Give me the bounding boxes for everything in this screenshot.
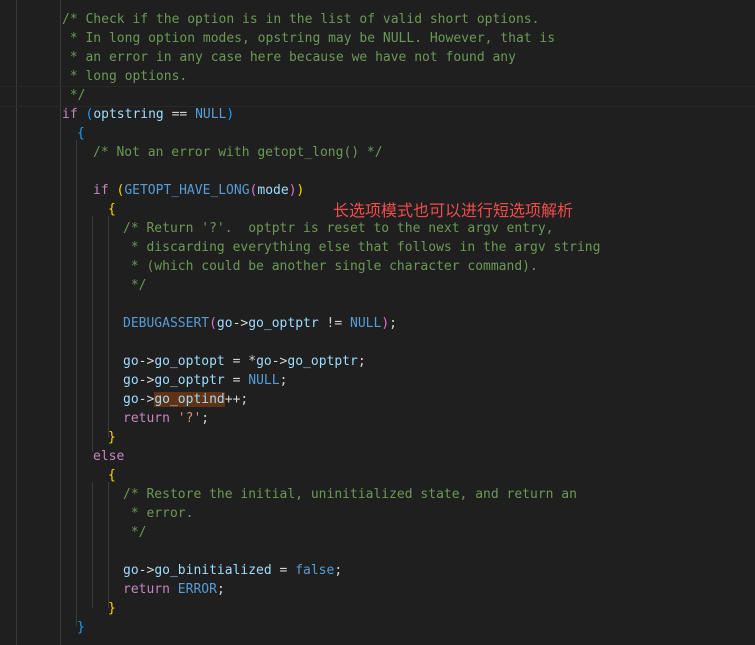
code-line[interactable]: if (optstring == NULL) — [0, 105, 755, 124]
code-line[interactable]: * error. — [0, 504, 755, 523]
macro-debugassert: DEBUGASSERT — [123, 316, 210, 331]
code-line[interactable]: * In long option modes, opstring may be … — [0, 29, 755, 48]
keyword-return: return — [123, 582, 170, 597]
semicolon: ; — [334, 563, 343, 578]
open-brace: { — [108, 468, 116, 483]
operator-arrow: -> — [138, 354, 155, 369]
operator-arrow: -> — [232, 316, 249, 331]
close-brace: } — [108, 430, 116, 445]
code-line[interactable]: * long options. — [0, 67, 755, 86]
literal-null: NULL — [248, 373, 280, 388]
code-line[interactable]: go->go_optind++; — [0, 390, 755, 409]
comment-text: */ — [123, 278, 147, 293]
variable-optstring: optstring — [93, 107, 164, 122]
macro-error: ERROR — [177, 582, 217, 597]
code-line[interactable]: go->go_binitialized = false; — [0, 561, 755, 580]
open-brace: { — [77, 126, 85, 141]
code-line[interactable]: /* Restore the initial, uninitialized st… — [0, 485, 755, 504]
variable-go: go — [123, 373, 139, 388]
operator-deref: * — [248, 354, 257, 369]
keyword-if: if — [93, 183, 109, 198]
variable-go: go — [123, 354, 139, 369]
comment-text: * (which could be another single charact… — [123, 259, 538, 274]
operator-arrow: -> — [138, 392, 155, 407]
comment-text: * discarding everything else that follow… — [123, 240, 601, 255]
operator-arrow: -> — [138, 373, 155, 388]
code-line[interactable]: */ — [0, 523, 755, 542]
code-line[interactable]: { — [0, 124, 755, 143]
comment-text: /* Not an error with getopt_long() */ — [93, 145, 383, 160]
code-line[interactable]: return ERROR; — [0, 580, 755, 599]
semicolon: ; — [216, 582, 225, 597]
operator-increment: ++; — [224, 392, 249, 407]
code-editor[interactable]: /* Check if the option is in the list of… — [0, 0, 755, 645]
variable-go: go — [123, 392, 139, 407]
code-line[interactable]: go->go_optptr = NULL; — [0, 371, 755, 390]
literal-null: NULL — [195, 107, 227, 122]
close-paren: ) — [381, 316, 390, 331]
comment-text: /* Restore the initial, uninitialized st… — [123, 487, 577, 502]
semicolon: ; — [357, 354, 366, 369]
close-paren: ) — [296, 183, 305, 198]
operator-equals: == — [171, 107, 188, 122]
semicolon: ; — [389, 316, 397, 331]
literal-null: NULL — [350, 316, 382, 331]
code-line[interactable]: * (which could be another single charact… — [0, 257, 755, 276]
code-line[interactable]: } — [0, 599, 755, 618]
comment-text: /* Check if the option is in the list of… — [62, 12, 540, 27]
open-paren: ( — [209, 316, 217, 331]
comment-text: * an error in any case here because we h… — [62, 50, 516, 65]
semicolon: ; — [279, 373, 288, 388]
comment-text: */ — [123, 525, 147, 540]
variable-mode: mode — [257, 183, 289, 198]
code-line[interactable]: /* Not an error with getopt_long() */ — [0, 143, 755, 162]
variable-go-optptr: go_optptr — [248, 316, 319, 331]
literal-false: false — [295, 563, 335, 578]
code-line[interactable]: /* Check if the option is in the list of… — [0, 10, 755, 29]
comment-text: */ — [62, 88, 86, 103]
code-line[interactable]: go->go_optopt = *go->go_optptr; — [0, 352, 755, 371]
variable-go: go — [123, 563, 139, 578]
variable-go-optptr: go_optptr — [154, 373, 225, 388]
code-line[interactable]: { — [0, 466, 755, 485]
semicolon: ; — [201, 411, 210, 426]
variable-go: go — [216, 316, 233, 331]
variable-go-optptr: go_optptr — [287, 354, 358, 369]
code-line[interactable]: */ — [0, 276, 755, 295]
code-line[interactable]: DEBUGASSERT(go->go_optptr != NULL); — [0, 314, 755, 333]
operator-arrow: -> — [271, 354, 288, 369]
code-line[interactable]: */ — [0, 86, 755, 105]
variable-go: go — [256, 354, 272, 369]
operator-not-equals: != — [326, 316, 343, 331]
code-line[interactable]: } — [0, 428, 755, 447]
close-brace: } — [108, 601, 116, 616]
keyword-else: else — [93, 449, 125, 464]
code-line[interactable]: * discarding everything else that follow… — [0, 238, 755, 257]
code-line[interactable]: * an error in any case here because we h… — [0, 48, 755, 67]
keyword-return: return — [123, 411, 170, 426]
variable-go-optind-highlighted: go_optind — [154, 392, 225, 407]
close-paren: ) — [226, 107, 235, 122]
macro-getopt-have-long: GETOPT_HAVE_LONG — [124, 183, 250, 198]
open-brace: { — [108, 202, 116, 217]
comment-text: * In long option modes, opstring may be … — [62, 31, 556, 46]
string-literal: '?' — [177, 411, 202, 426]
variable-go-binitialized: go_binitialized — [154, 563, 272, 578]
comment-text: * error. — [123, 506, 194, 521]
annotation-text: 长选项模式也可以进行短选项解析 — [333, 201, 574, 220]
close-brace: } — [77, 620, 85, 635]
keyword-if: if — [62, 107, 78, 122]
comment-text: * long options. — [62, 69, 188, 84]
code-line[interactable]: else — [0, 447, 755, 466]
code-line[interactable]: if (GETOPT_HAVE_LONG(mode)) — [0, 181, 755, 200]
operator-arrow: -> — [138, 563, 155, 578]
code-line[interactable]: } — [0, 618, 755, 637]
variable-go-optopt: go_optopt — [154, 354, 225, 369]
code-line[interactable]: return '?'; — [0, 409, 755, 428]
close-paren: ) — [288, 183, 297, 198]
comment-text: /* Return '?'. optptr is reset to the ne… — [123, 221, 554, 236]
